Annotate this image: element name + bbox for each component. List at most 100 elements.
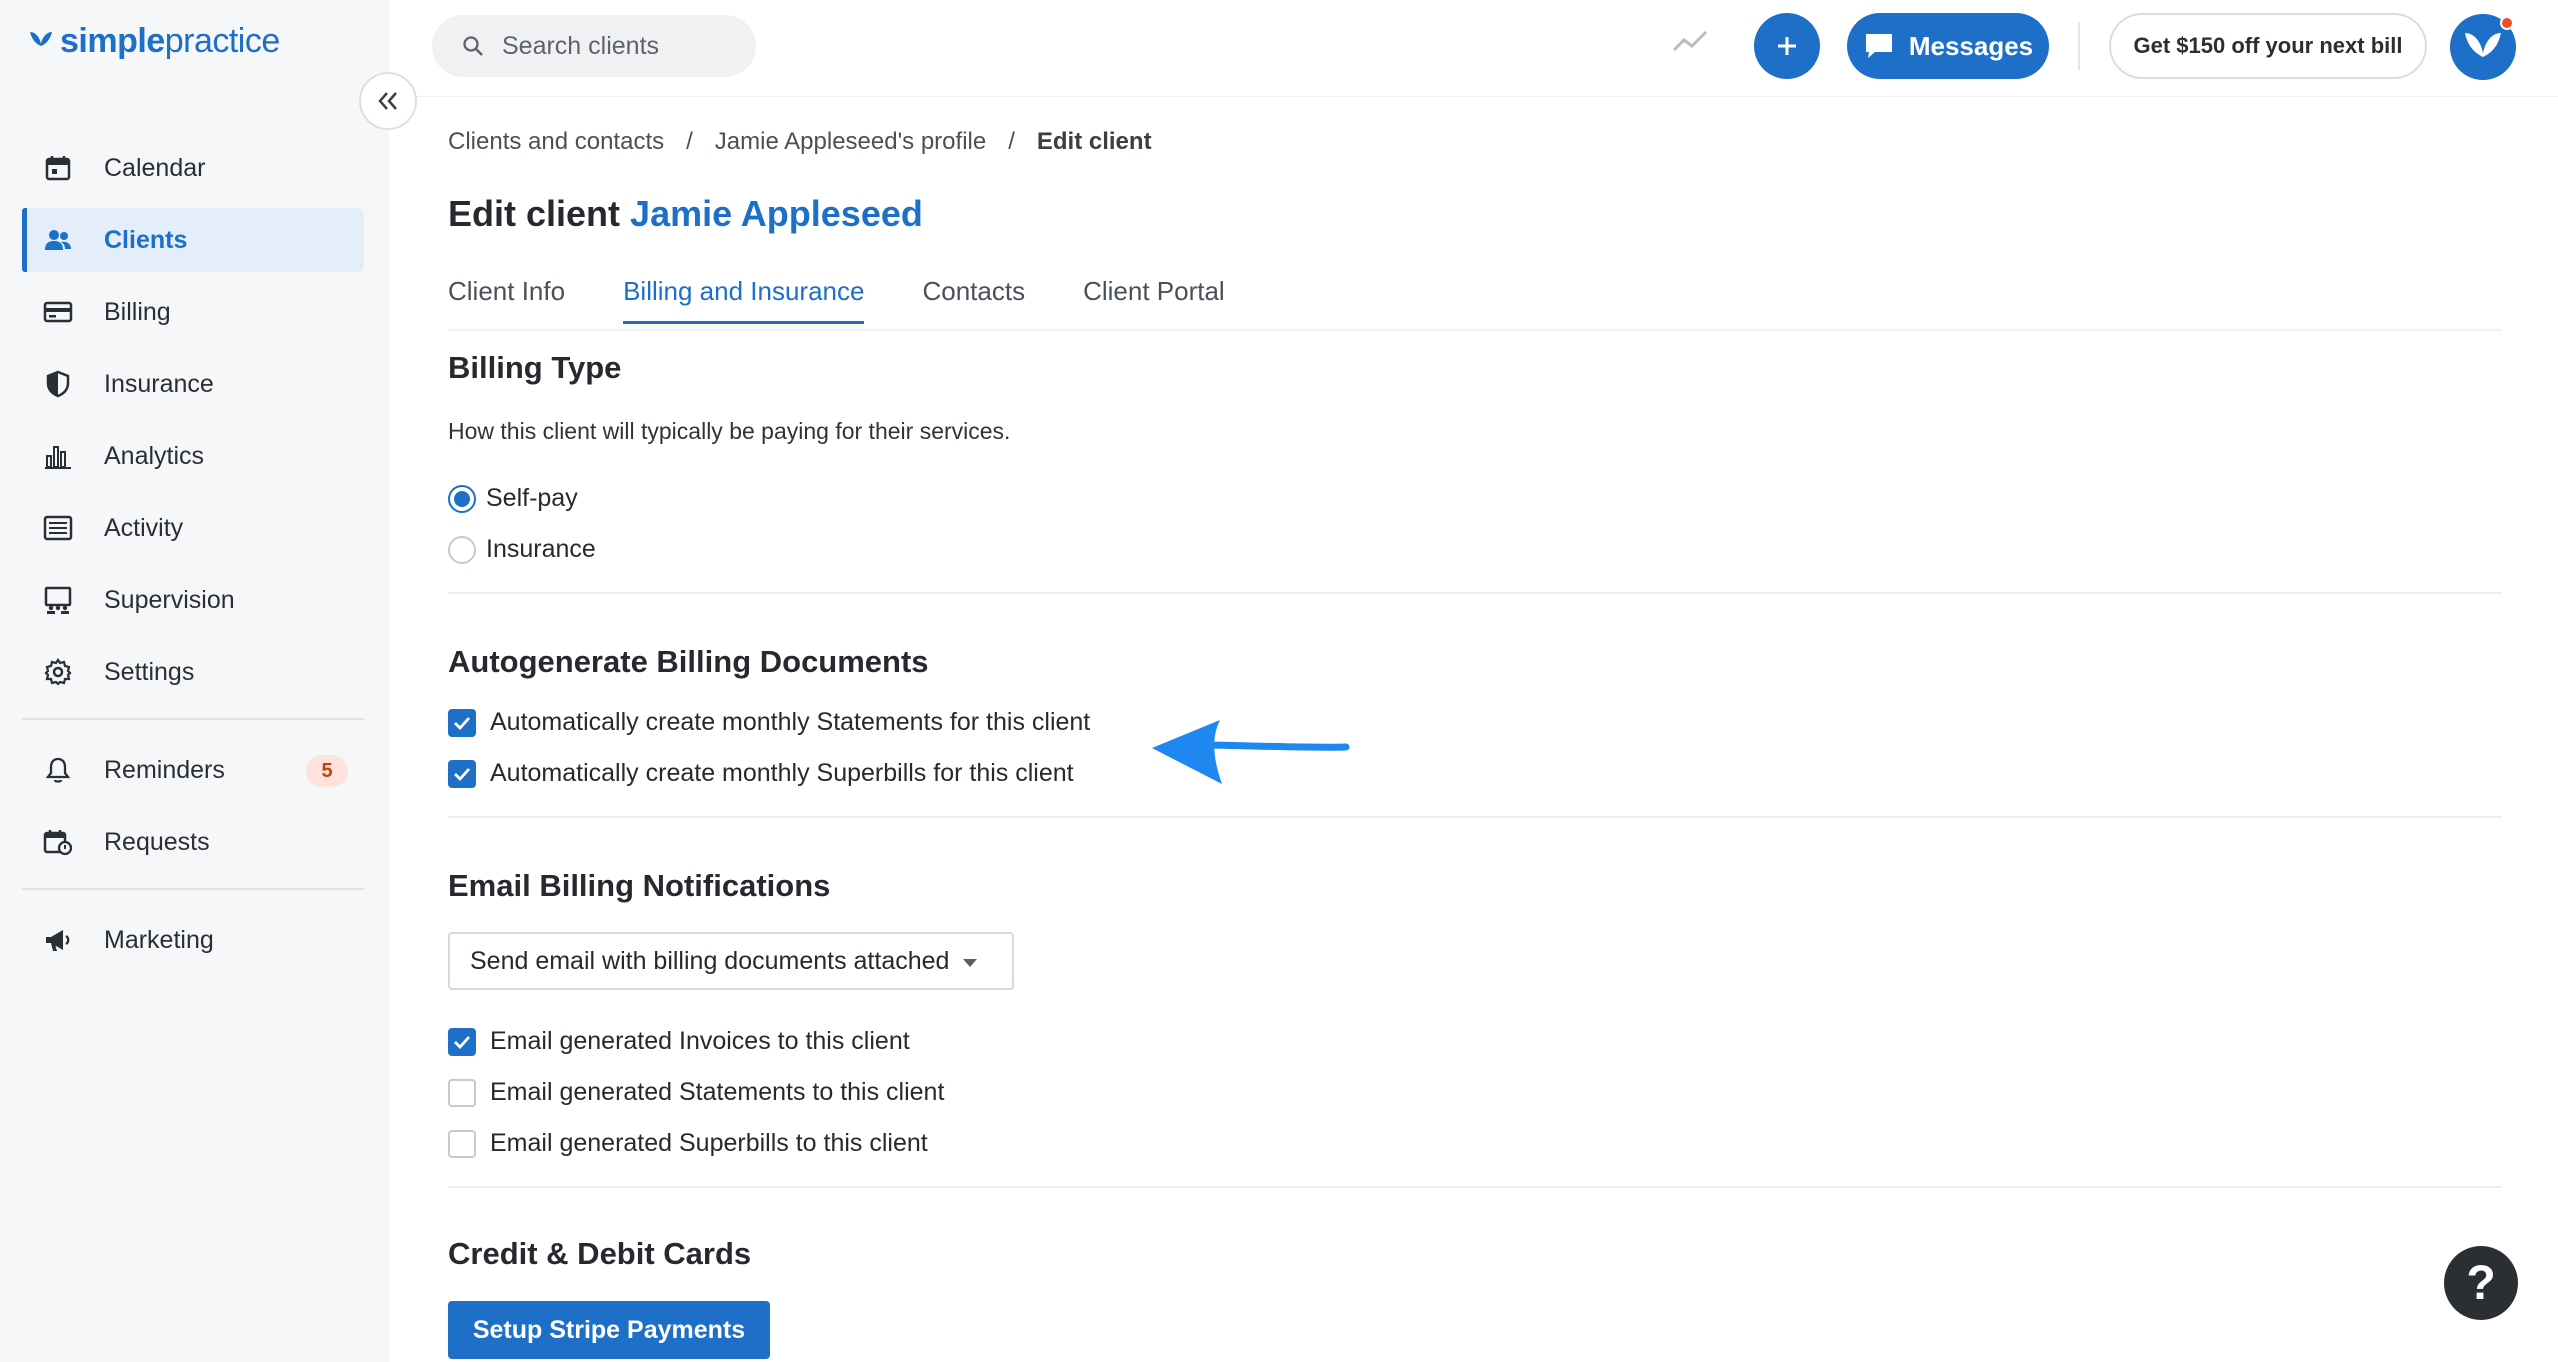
trend-icon[interactable] — [1672, 28, 1708, 59]
email-superbills-label: Email generated Superbills to this clien… — [490, 1129, 928, 1157]
topbar-divider-line — [389, 96, 2558, 97]
insurance-radio[interactable] — [448, 535, 476, 564]
sidebar-item-activity[interactable]: Activity — [22, 496, 364, 560]
messages-label: Messages — [1908, 30, 2034, 61]
billing-type-title: Billing Type — [448, 350, 622, 385]
supervision-icon — [42, 584, 74, 616]
sidebar-item-label: Marketing — [104, 925, 214, 954]
sidebar: simplepractice Calendar Clients Billing … — [0, 0, 389, 1362]
caret-down-icon — [963, 959, 978, 967]
megaphone-icon — [42, 924, 74, 956]
sidebar-item-analytics[interactable]: Analytics — [22, 424, 364, 488]
collapse-sidebar-button[interactable] — [359, 72, 417, 130]
monthly-superbills-label: Automatically create monthly Superbills … — [490, 759, 1074, 787]
sidebar-item-label: Calendar — [104, 153, 206, 182]
logo[interactable]: simplepractice — [28, 22, 280, 61]
email-statements-checkbox[interactable] — [448, 1078, 476, 1107]
monthly-statements-option[interactable]: Automatically create monthly Statements … — [448, 708, 1090, 737]
insurance-label: Insurance — [486, 535, 596, 563]
credit-card-icon — [42, 296, 74, 328]
sidebar-divider — [22, 888, 364, 890]
section-divider — [448, 592, 2502, 594]
checkmark-icon — [454, 716, 471, 730]
tabs-shadow — [448, 329, 2502, 333]
breadcrumb-current: Edit client — [1036, 128, 1152, 155]
monthly-superbills-checkbox[interactable] — [448, 759, 476, 788]
tab-billing-and-insurance[interactable]: Billing and Insurance — [623, 276, 865, 324]
tab-client-info[interactable]: Client Info — [448, 276, 565, 324]
sidebar-item-insurance[interactable]: Insurance — [22, 352, 364, 416]
breadcrumb-clients-link[interactable]: Clients and contacts — [448, 128, 664, 156]
checkmark-icon — [454, 1035, 471, 1049]
email-invoices-checkbox[interactable] — [448, 1027, 476, 1056]
calendar-request-icon — [42, 826, 74, 858]
sidebar-item-requests[interactable]: Requests — [22, 810, 364, 874]
logo-text-rest: practice — [164, 22, 281, 60]
notification-dot — [2500, 16, 2514, 30]
email-statements-label: Email generated Statements to this clien… — [490, 1078, 945, 1106]
billing-type-description: How this client will typically be paying… — [448, 418, 1011, 444]
monthly-superbills-option[interactable]: Automatically create monthly Superbills … — [448, 759, 1074, 788]
sidebar-item-label: Analytics — [104, 441, 205, 470]
client-name-link[interactable]: Jamie Appleseed — [630, 193, 923, 234]
gear-icon — [42, 656, 74, 688]
breadcrumb-separator: / — [686, 128, 693, 155]
chat-bubble-icon — [1865, 34, 1892, 58]
breadcrumb-profile-link[interactable]: Jamie Appleseed's profile — [715, 128, 986, 156]
search-bar[interactable] — [432, 15, 756, 77]
promo-button[interactable]: Get $150 off your next bill — [2109, 13, 2427, 79]
users-icon — [42, 224, 74, 256]
email-statements-option[interactable]: Email generated Statements to this clien… — [448, 1078, 944, 1107]
self-pay-label: Self-pay — [486, 484, 578, 512]
calendar-icon — [42, 152, 74, 184]
email-option-value: Send email with billing documents attach… — [470, 946, 950, 975]
sidebar-item-clients[interactable]: Clients — [22, 208, 364, 272]
tab-contacts[interactable]: Contacts — [922, 276, 1025, 324]
email-invoices-label: Email generated Invoices to this client — [490, 1027, 910, 1055]
add-button[interactable] — [1754, 13, 1820, 79]
tabs: Client Info Billing and Insurance Contac… — [448, 276, 1225, 324]
cards-title: Credit & Debit Cards — [448, 1236, 752, 1271]
bell-icon — [42, 754, 74, 786]
sidebar-item-label: Supervision — [104, 585, 235, 614]
self-pay-radio[interactable] — [448, 484, 476, 513]
sidebar-item-label: Billing — [104, 297, 171, 326]
sidebar-item-label: Settings — [104, 657, 195, 686]
autogenerate-title: Autogenerate Billing Documents — [448, 644, 929, 679]
sidebar-item-reminders[interactable]: Reminders 5 — [22, 738, 364, 802]
insurance-option[interactable]: Insurance — [448, 535, 596, 564]
bar-chart-icon — [42, 440, 74, 472]
sidebar-item-settings[interactable]: Settings — [22, 640, 364, 704]
messages-button[interactable]: Messages — [1847, 13, 2049, 79]
section-divider — [448, 816, 2502, 818]
annotation-arrow-icon — [1150, 712, 1350, 793]
sidebar-item-marketing[interactable]: Marketing — [22, 908, 364, 972]
email-superbills-option[interactable]: Email generated Superbills to this clien… — [448, 1129, 928, 1158]
email-superbills-checkbox[interactable] — [448, 1129, 476, 1158]
page-title: Edit client Jamie Appleseed — [448, 193, 923, 235]
breadcrumb-separator: / — [1008, 128, 1015, 155]
self-pay-option[interactable]: Self-pay — [448, 484, 578, 513]
logo-text: simplepractice — [60, 22, 281, 60]
butterfly-avatar-icon — [2465, 33, 2501, 57]
tab-client-portal[interactable]: Client Portal — [1083, 276, 1225, 324]
sidebar-item-label: Requests — [104, 827, 210, 856]
help-button[interactable]: ? — [2444, 1246, 2518, 1320]
sidebar-item-billing[interactable]: Billing — [22, 280, 364, 344]
page-title-prefix: Edit client — [448, 193, 621, 234]
monthly-statements-label: Automatically create monthly Statements … — [490, 708, 1091, 736]
butterfly-logo-icon — [30, 31, 52, 46]
monthly-statements-checkbox[interactable] — [448, 708, 476, 737]
sidebar-item-label: Clients — [104, 225, 188, 254]
section-divider — [448, 1186, 2502, 1188]
sidebar-item-supervision[interactable]: Supervision — [22, 568, 364, 632]
checkmark-icon — [454, 767, 471, 781]
email-invoices-option[interactable]: Email generated Invoices to this client — [448, 1027, 910, 1056]
setup-stripe-button[interactable]: Setup Stripe Payments — [448, 1301, 770, 1359]
search-input[interactable] — [502, 31, 742, 61]
sidebar-item-calendar[interactable]: Calendar — [22, 136, 364, 200]
sidebar-item-label: Insurance — [104, 369, 214, 398]
breadcrumb: Clients and contacts / Jamie Appleseed's… — [448, 128, 1152, 156]
email-option-select[interactable]: Send email with billing documents attach… — [448, 932, 1014, 990]
sidebar-divider — [22, 718, 364, 720]
